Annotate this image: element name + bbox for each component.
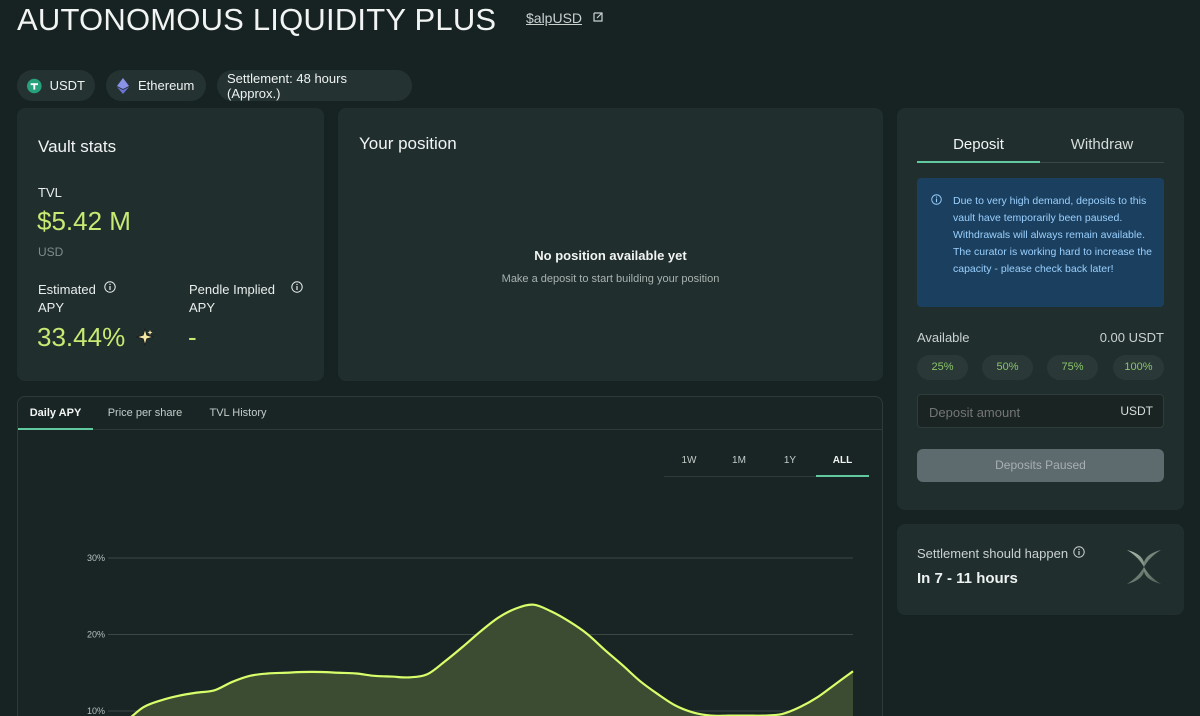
deposit-amount-field[interactable]: USDT xyxy=(917,394,1164,428)
notice-text: Due to very high demand, deposits to thi… xyxy=(953,195,1153,275)
vault-stats-card: Vault stats TVL $5.42 M USD Estimated AP… xyxy=(17,108,324,381)
position-empty-subtitle: Make a deposit to start building your po… xyxy=(501,273,720,285)
usdt-icon xyxy=(27,78,42,93)
token-link[interactable]: $alpUSD xyxy=(526,10,582,26)
pct-50-button[interactable]: 50% xyxy=(982,355,1033,380)
y-tick-label: 20% xyxy=(87,630,105,640)
y-tick-label: 10% xyxy=(87,706,105,716)
pct-25-button[interactable]: 25% xyxy=(917,355,968,380)
y-tick-label: 30% xyxy=(87,553,105,563)
tvl-label: TVL xyxy=(38,185,62,200)
pendle-apy-value: - xyxy=(188,322,197,352)
settlement-card: Settlement should happen In 7 - 11 hours xyxy=(897,524,1184,615)
paused-notice: Due to very high demand, deposits to thi… xyxy=(917,178,1164,307)
position-empty-title: No position available yet xyxy=(534,248,687,263)
external-link-icon[interactable] xyxy=(592,11,604,23)
pct-75-button[interactable]: 75% xyxy=(1047,355,1098,380)
settlement-value: In 7 - 11 hours xyxy=(917,570,1018,587)
settlement-title: Settlement should happen xyxy=(917,546,1069,561)
sparkle-icon xyxy=(136,328,154,346)
chart-tabs: Daily APY Price per share TVL History xyxy=(18,397,882,430)
pendle-apy-info-icon[interactable] xyxy=(291,281,303,293)
tab-tvl-history[interactable]: TVL History xyxy=(200,397,276,430)
deposits-paused-button[interactable]: Deposits Paused xyxy=(917,449,1164,482)
deposit-amount-unit: USDT xyxy=(1120,404,1153,418)
network-chip: Ethereum xyxy=(106,70,206,101)
position-title: Your position xyxy=(359,134,457,153)
estimated-apy-info-icon[interactable] xyxy=(104,281,116,293)
tab-price-per-share[interactable]: Price per share xyxy=(98,397,192,430)
available-label: Available xyxy=(917,330,970,345)
tvl-value: $5.42 M xyxy=(37,206,131,236)
apy-chart: 30% 20% 10% xyxy=(87,553,854,716)
estimated-apy-label-line1: Estimated xyxy=(38,282,96,297)
available-value: 0.00 USDT xyxy=(1099,330,1164,345)
tab-deposit[interactable]: Deposit xyxy=(917,130,1040,163)
range-all[interactable]: ALL xyxy=(816,447,869,477)
tab-daily-apy[interactable]: Daily APY xyxy=(18,397,93,430)
chart-card: Daily APY Price per share TVL History 1W… xyxy=(17,396,883,716)
position-card: Your position No position available yet … xyxy=(338,108,883,381)
asset-chip-label: USDT xyxy=(49,78,85,93)
network-chip-label: Ethereum xyxy=(138,78,195,93)
tvl-unit: USD xyxy=(38,245,64,259)
apy-area xyxy=(132,604,853,716)
settlement-chip-label: Settlement: 48 hours (Approx.) xyxy=(227,70,347,101)
pct-100-button[interactable]: 100% xyxy=(1113,355,1164,380)
pendle-apy-label-line2: APY xyxy=(189,300,216,315)
deposit-amount-input[interactable] xyxy=(929,402,1099,422)
pendle-apy-label-line1: Pendle Implied xyxy=(189,282,275,297)
hourglass-icon xyxy=(1127,550,1161,584)
settlement-chip: Settlement: 48 hours (Approx.) xyxy=(217,70,412,101)
asset-chip: USDT xyxy=(17,70,95,101)
page-title: AUTONOMOUS LIQUIDITY PLUS xyxy=(17,2,497,37)
tab-withdraw[interactable]: Withdraw xyxy=(1040,130,1164,163)
estimated-apy-label-line2: APY xyxy=(38,300,65,315)
estimated-apy-value: 33.44% xyxy=(37,322,126,352)
vault-stats-title: Vault stats xyxy=(38,137,117,156)
range-1m[interactable]: 1M xyxy=(714,447,764,477)
range-1w[interactable]: 1W xyxy=(664,447,714,477)
info-icon xyxy=(931,194,942,205)
ethereum-icon xyxy=(117,77,129,94)
range-1y[interactable]: 1Y xyxy=(764,447,816,477)
settlement-info-icon[interactable] xyxy=(1073,546,1085,558)
